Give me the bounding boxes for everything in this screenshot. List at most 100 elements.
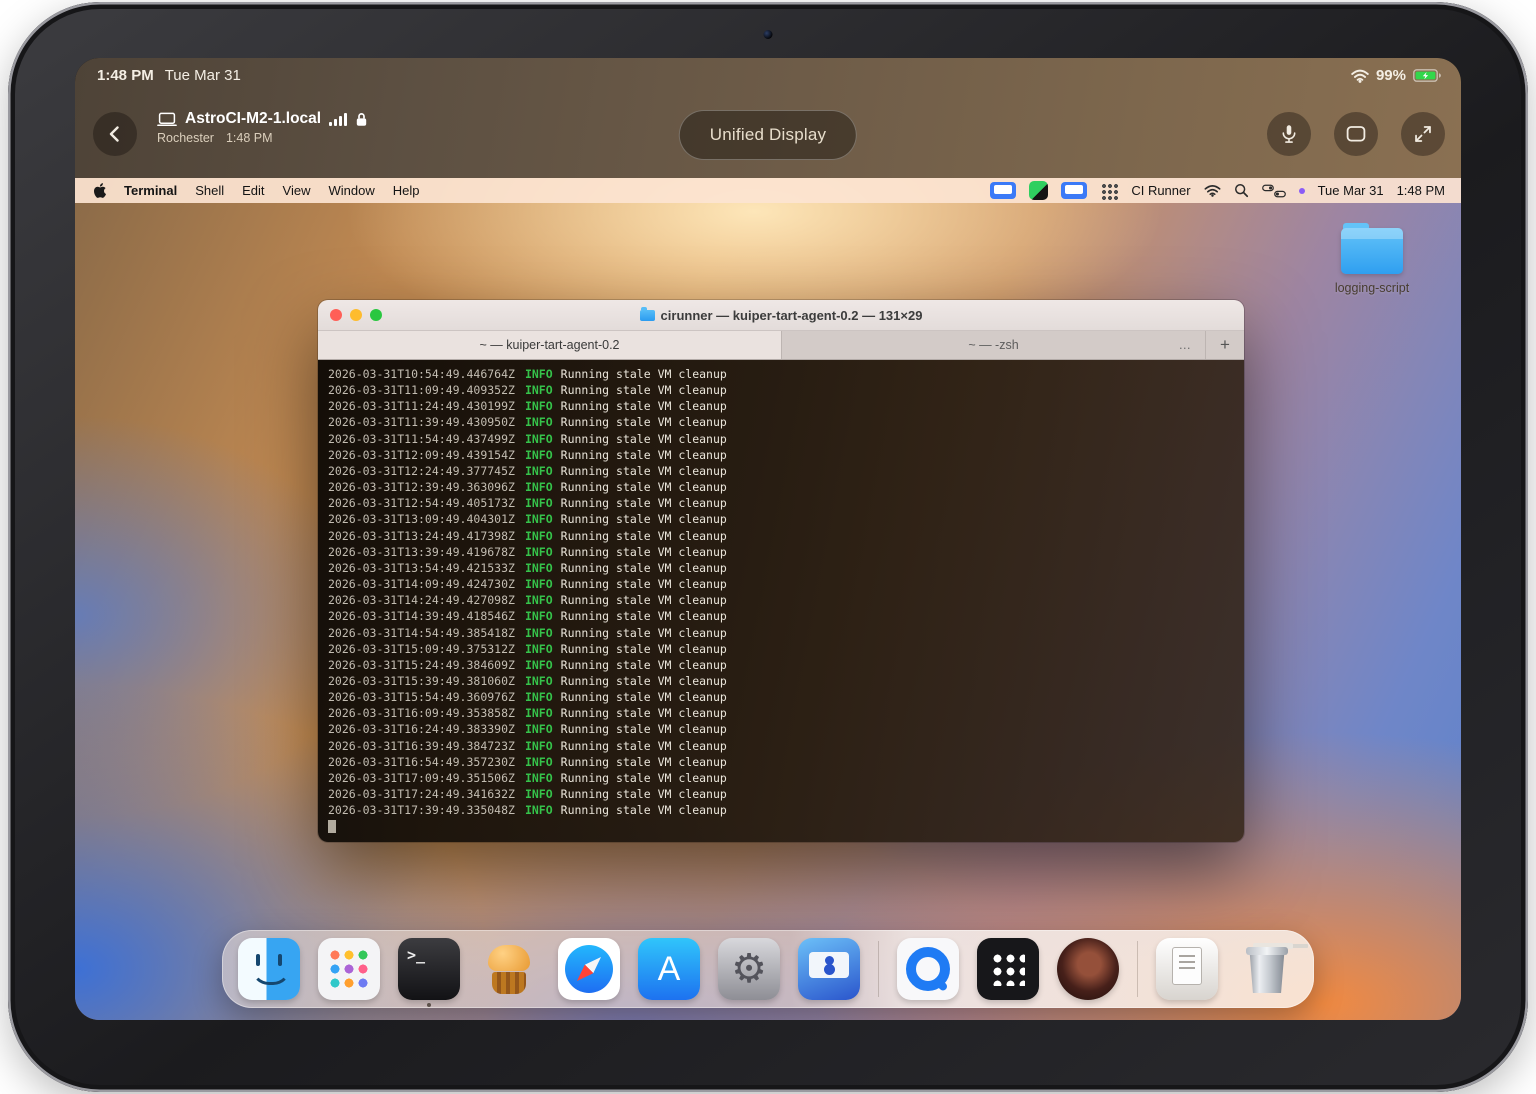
tab-zsh[interactable]: ~ — -zsh … xyxy=(782,331,1205,359)
log-level: INFO xyxy=(525,658,553,672)
menu-item-help[interactable]: Help xyxy=(384,183,429,198)
zoom-window-button[interactable] xyxy=(370,309,382,321)
connection-info[interactable]: AstroCI-M2-1.local Rochester 1:48 PM xyxy=(157,110,368,145)
tab-overflow-button[interactable]: … xyxy=(1179,331,1192,359)
menu-item-window[interactable]: Window xyxy=(320,183,384,198)
log-line: 2026-03-31T17:24:49.341632ZINFORunning s… xyxy=(328,786,1234,802)
log-message: Running stale VM cleanup xyxy=(561,609,727,623)
log-timestamp: 2026-03-31T11:54:49.437499Z xyxy=(328,432,515,446)
log-timestamp: 2026-03-31T17:24:49.341632Z xyxy=(328,787,515,801)
mac-menu-date[interactable]: Tue Mar 31 xyxy=(1318,183,1384,198)
dock-trash[interactable] xyxy=(1236,938,1298,1000)
log-message: Running stale VM cleanup xyxy=(561,480,727,494)
control-center-icon[interactable] xyxy=(1262,184,1286,198)
screen-frame-button[interactable] xyxy=(1334,112,1378,156)
dock-finder[interactable] xyxy=(238,938,300,1000)
log-message: Running stale VM cleanup xyxy=(561,658,727,672)
log-level: INFO xyxy=(525,787,553,801)
terminal-window[interactable]: cirunner — kuiper-tart-agent-0.2 — 131×2… xyxy=(318,300,1244,842)
apple-menu-icon[interactable] xyxy=(94,183,106,198)
close-window-button[interactable] xyxy=(330,309,342,321)
menu-item-terminal[interactable]: Terminal xyxy=(115,183,186,198)
folder-icon xyxy=(1341,228,1403,274)
log-level: INFO xyxy=(525,755,553,769)
log-line: 2026-03-31T11:09:49.409352ZINFORunning s… xyxy=(328,382,1234,398)
dock-screen-sharing[interactable] xyxy=(798,938,860,1000)
dock-terminal[interactable] xyxy=(398,938,460,1000)
log-line: 2026-03-31T13:39:49.419678ZINFORunning s… xyxy=(328,544,1234,560)
desktop-folder-logging-script[interactable]: logging-script xyxy=(1312,228,1432,295)
log-level: INFO xyxy=(525,722,553,736)
back-button[interactable] xyxy=(93,112,137,156)
log-line: 2026-03-31T13:54:49.421533ZINFORunning s… xyxy=(328,560,1234,576)
folder-label: logging-script xyxy=(1312,281,1432,295)
grid-status-icon[interactable] xyxy=(1100,182,1118,200)
menu-item-edit[interactable]: Edit xyxy=(233,183,273,198)
window-title: cirunner — kuiper-tart-agent-0.2 — 131×2… xyxy=(661,308,923,323)
wolf-app-icon xyxy=(1057,938,1119,1000)
log-level: INFO xyxy=(525,577,553,591)
log-message: Running stale VM cleanup xyxy=(561,545,727,559)
terminal-content[interactable]: 2026-03-31T10:54:49.446764ZINFORunning s… xyxy=(318,360,1244,842)
screen-sharing-icon xyxy=(798,938,860,1000)
dock-app-store[interactable] xyxy=(638,938,700,1000)
terminal-title-bar[interactable]: cirunner — kuiper-tart-agent-0.2 — 131×2… xyxy=(318,300,1244,331)
log-level: INFO xyxy=(525,545,553,559)
spotlight-search-icon[interactable] xyxy=(1234,183,1249,198)
safari-compass-icon xyxy=(558,938,620,1000)
mac-wifi-icon[interactable] xyxy=(1204,184,1221,197)
fullscreen-button[interactable] xyxy=(1401,112,1445,156)
dock-tart[interactable] xyxy=(478,938,540,1000)
host-name: AstroCI-M2-1.local xyxy=(185,110,321,128)
log-line: 2026-03-31T12:24:49.377745ZINFORunning s… xyxy=(328,463,1234,479)
battery-icon xyxy=(1413,69,1441,82)
microphone-button[interactable] xyxy=(1267,112,1311,156)
display-status-icon[interactable] xyxy=(990,182,1016,199)
log-line: 2026-03-31T15:54:49.360976ZINFORunning s… xyxy=(328,689,1234,705)
log-message: Running stale VM cleanup xyxy=(561,626,727,640)
ci-runner-status[interactable]: CI Runner xyxy=(1131,183,1190,198)
status-bar: 1:48 PM Tue Mar 31 99% xyxy=(97,67,1441,84)
dock-safari[interactable] xyxy=(558,938,620,1000)
menu-item-view[interactable]: View xyxy=(274,183,320,198)
dock-file-archive[interactable] xyxy=(1156,938,1218,1000)
terminal-output: 2026-03-31T10:54:49.446764ZINFORunning s… xyxy=(328,366,1234,818)
front-camera xyxy=(764,30,773,39)
dock xyxy=(222,930,1314,1008)
screen-sharing-status-icon[interactable] xyxy=(1061,182,1087,199)
log-message: Running stale VM cleanup xyxy=(561,415,727,429)
laptop-icon xyxy=(157,112,177,127)
proxy-folder-icon xyxy=(640,310,655,321)
dock-keypad[interactable] xyxy=(977,938,1039,1000)
log-line: 2026-03-31T11:54:49.437499ZINFORunning s… xyxy=(328,431,1234,447)
quicktime-icon xyxy=(897,938,959,1000)
new-tab-button[interactable]: + xyxy=(1205,331,1244,359)
minimize-window-button[interactable] xyxy=(350,309,362,321)
log-timestamp: 2026-03-31T11:09:49.409352Z xyxy=(328,383,515,397)
log-message: Running stale VM cleanup xyxy=(561,803,727,817)
log-timestamp: 2026-03-31T17:39:49.335048Z xyxy=(328,803,515,817)
dock-wolf-app[interactable] xyxy=(1057,938,1119,1000)
menu-item-shell[interactable]: Shell xyxy=(186,183,233,198)
dock-launchpad[interactable] xyxy=(318,938,380,1000)
log-level: INFO xyxy=(525,496,553,510)
unified-display-button[interactable]: Unified Display xyxy=(679,110,857,160)
dock-system-settings[interactable] xyxy=(718,938,780,1000)
dock-separator xyxy=(878,941,879,997)
log-timestamp: 2026-03-31T15:39:49.381060Z xyxy=(328,674,515,688)
log-level: INFO xyxy=(525,399,553,413)
log-message: Running stale VM cleanup xyxy=(561,771,727,785)
tab-kuiper-tart-agent[interactable]: ~ — kuiper-tart-agent-0.2 xyxy=(318,331,782,359)
log-line: 2026-03-31T13:09:49.404301ZINFORunning s… xyxy=(328,511,1234,527)
log-level: INFO xyxy=(525,561,553,575)
log-message: Running stale VM cleanup xyxy=(561,674,727,688)
log-line: 2026-03-31T11:24:49.430199ZINFORunning s… xyxy=(328,398,1234,414)
mac-menu-time[interactable]: 1:48 PM xyxy=(1397,183,1445,198)
dock-quicktime[interactable] xyxy=(897,938,959,1000)
mac-desktop: Terminal Shell Edit View Window Help CI … xyxy=(75,178,1461,1020)
notification-dot xyxy=(1299,188,1305,194)
terminal-tab-bar: ~ — kuiper-tart-agent-0.2 ~ — -zsh … + xyxy=(318,331,1244,360)
green-app-status-icon[interactable] xyxy=(1029,181,1048,200)
finder-icon xyxy=(238,938,300,1000)
status-date: Tue Mar 31 xyxy=(165,67,241,84)
